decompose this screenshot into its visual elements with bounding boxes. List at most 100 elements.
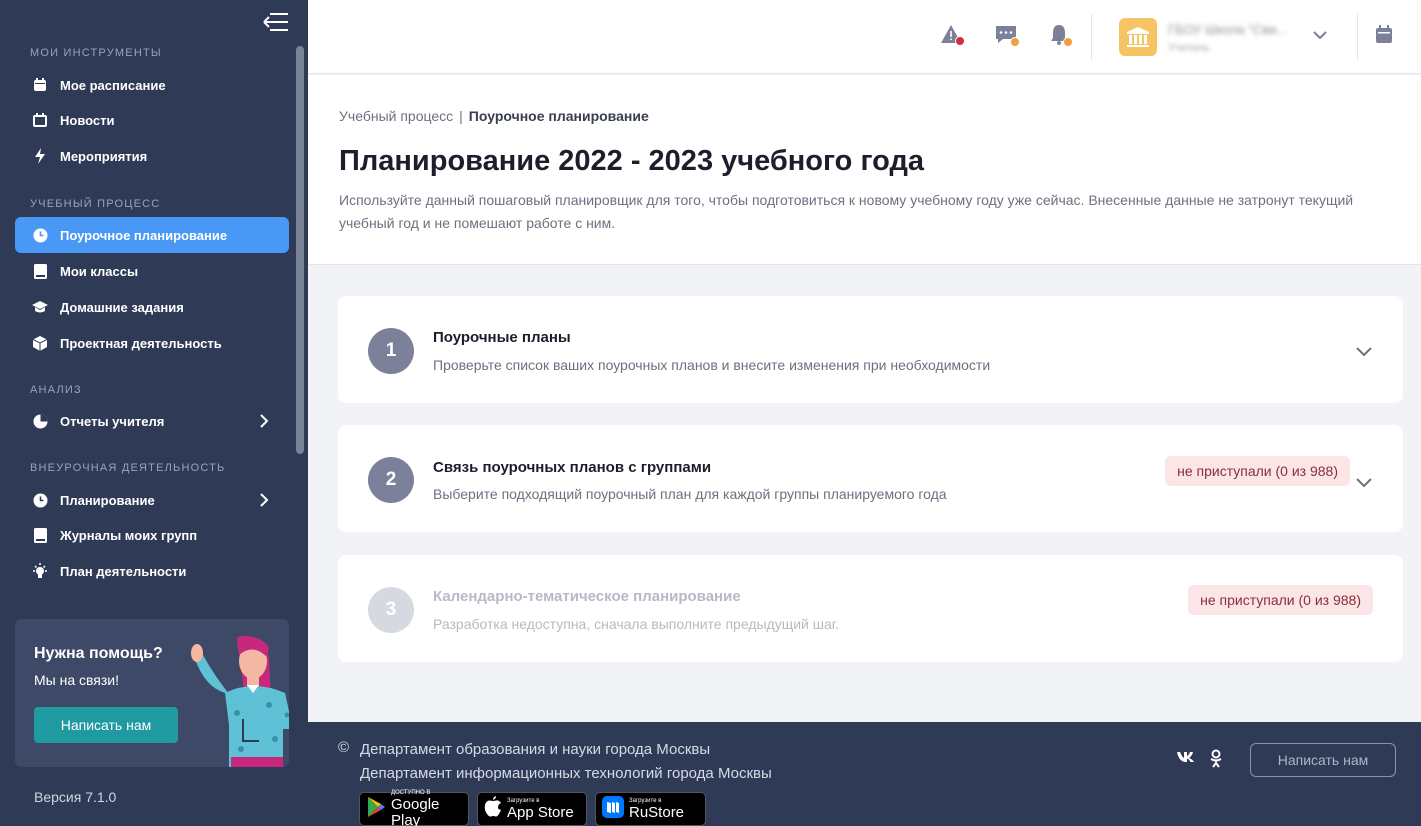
collapse-menu-icon[interactable] [256, 8, 292, 36]
sidebar-item-homework[interactable]: Домашние задания [15, 289, 289, 325]
support-woman-illustration [175, 629, 289, 767]
app-store-button[interactable]: Загрузите в App Store [477, 792, 587, 826]
calendar-icon [32, 77, 48, 93]
step-card-calendar-planning: 3 Календарно-тематическое планирование Р… [338, 555, 1403, 662]
store-name: RuStore [629, 803, 685, 821]
book-icon [32, 527, 48, 543]
school-building-icon[interactable] [1119, 18, 1157, 56]
chevron-down-icon[interactable] [1355, 476, 1373, 494]
sidebar-item-label: Поурочное планирование [60, 227, 228, 243]
sidebar-item-label: Мои классы [60, 263, 139, 279]
sidebar-item-label: Домашние задания [60, 299, 184, 315]
section-title-extracurricular: ВНЕУРОЧНАЯ ДЕЯТЕЛЬНОСТЬ [30, 462, 226, 474]
store-name: App Store [507, 803, 574, 821]
rustore-button[interactable]: Загрузите в RuStore [595, 792, 706, 826]
top-bar: ГБОУ Школа "Сви... Учитель [308, 0, 1421, 74]
step-title: Календарно-тематическое планирование [433, 588, 741, 605]
breadcrumb-parent[interactable]: Учебный процесс [339, 108, 453, 124]
sidebar-item-my-classes[interactable]: Мои классы [15, 253, 289, 289]
sidebar-item-events[interactable]: Мероприятия [15, 138, 289, 174]
breadcrumb: Учебный процесс | Поурочное планирование [339, 108, 649, 124]
lightning-icon [32, 148, 48, 164]
warning-icon[interactable] [940, 24, 966, 50]
app-version: Версия 7.1.0 [34, 789, 117, 805]
book-icon [32, 263, 48, 279]
footer-write-button[interactable]: Написать нам [1250, 743, 1396, 777]
sidebar-item-planning[interactable]: Планирование [15, 482, 289, 518]
status-badge: не приступали (0 из 988) [1165, 456, 1350, 486]
step-card-lesson-plans[interactable]: 1 Поурочные планы Проверьте список ваших… [338, 296, 1403, 403]
pie-chart-icon [32, 413, 48, 429]
footer: © Департамент образования и науки города… [308, 722, 1421, 826]
step-title: Связь поурочных планов с группами [433, 459, 712, 476]
calendar-icon[interactable] [1374, 24, 1400, 50]
sidebar-item-teacher-reports[interactable]: Отчеты учителя [15, 403, 289, 439]
sidebar: МОИ ИНСТРУМЕНТЫ Мое расписание Новости М… [0, 0, 308, 826]
sidebar-item-label: Планирование [60, 492, 155, 508]
page-description: Используйте данный пошаговый планировщик… [339, 192, 1354, 231]
chevron-right-icon [259, 413, 269, 432]
sidebar-item-label: План деятельности [60, 563, 187, 579]
step-number: 3 [368, 587, 414, 633]
clock-icon [32, 227, 48, 243]
sidebar-item-label: Новости [60, 112, 115, 128]
apple-icon [484, 795, 502, 823]
divider [1357, 14, 1358, 60]
sidebar-item-schedule[interactable]: Мое расписание [15, 67, 289, 103]
graduation-cap-icon [32, 299, 48, 315]
sidebar-item-label: Проектная деятельность [60, 335, 222, 351]
sidebar-item-label: Журналы моих групп [60, 527, 198, 543]
help-subtitle: Мы на связи! [34, 672, 120, 688]
google-play-icon [366, 796, 386, 823]
step-number: 1 [368, 328, 414, 374]
sidebar-item-activity-plan[interactable]: План деятельности [15, 553, 289, 589]
sidebar-item-group-journals[interactable]: Журналы моих групп [15, 517, 289, 553]
sidebar-item-news[interactable]: Новости [15, 102, 289, 138]
sidebar-item-label: Мое расписание [60, 77, 166, 93]
footer-org-2: Департамент информационных технологий го… [360, 765, 772, 782]
sidebar-item-projects[interactable]: Проектная деятельность [15, 325, 289, 361]
page-title: Планирование 2022 - 2023 учебного года [339, 145, 925, 177]
footer-org-1: Департамент образования и науки города М… [360, 741, 711, 758]
chevron-down-icon[interactable] [1355, 345, 1373, 363]
sidebar-scrollbar[interactable] [296, 46, 304, 454]
chevron-right-icon [259, 492, 269, 511]
sidebar-item-label: Отчеты учителя [60, 413, 165, 429]
help-title: Нужна помощь? [34, 645, 163, 662]
vk-icon[interactable] [1176, 750, 1196, 766]
messages-dot [1010, 37, 1020, 47]
step-description: Проверьте список ваших поурочных планов … [433, 357, 991, 373]
lightbulb-icon [32, 563, 48, 579]
step-card-group-linking[interactable]: 2 Связь поурочных планов с группами Выбе… [338, 425, 1403, 532]
clock-icon [32, 492, 48, 508]
copyright-icon: © [338, 739, 350, 756]
organization-name[interactable]: ГБОУ Школа "Сви... [1168, 22, 1287, 37]
section-title-tools: МОИ ИНСТРУМЕНТЫ [30, 47, 162, 59]
notifications-dot [1063, 37, 1073, 47]
help-write-button[interactable]: Написать нам [34, 707, 178, 743]
alert-dot [955, 36, 965, 46]
messages-icon[interactable] [995, 24, 1021, 50]
section-title-process: УЧЕБНЫЙ ПРОЦЕСС [30, 198, 161, 210]
bell-icon[interactable] [1048, 24, 1074, 50]
help-card: Нужна помощь? Мы на связи! Написать нам [15, 619, 289, 767]
news-icon [32, 112, 48, 128]
step-number: 2 [368, 457, 414, 503]
odnoklassniki-icon[interactable] [1210, 749, 1222, 772]
sidebar-item-lesson-planning[interactable]: Поурочное планирование [15, 217, 289, 253]
sidebar-item-label: Мероприятия [60, 148, 148, 164]
chevron-down-icon[interactable] [1312, 28, 1328, 46]
divider [1091, 14, 1092, 60]
page-header: Учебный процесс | Поурочное планирование П… [308, 75, 1421, 265]
status-badge: не приступали (0 из 988) [1188, 585, 1373, 615]
rustore-icon [602, 795, 624, 823]
step-title: Поурочные планы [433, 329, 571, 346]
google-play-button[interactable]: ДОСТУПНО В Google Play [359, 790, 469, 826]
cube-icon [32, 335, 48, 351]
store-name: Google Play [391, 795, 440, 826]
user-role: Учитель [1168, 42, 1210, 54]
step-description: Выберите подходящий поурочный план для к… [433, 486, 947, 502]
section-title-analysis: АНАЛИЗ [30, 384, 82, 396]
step-description: Разработка недоступна, сначала выполните… [433, 616, 840, 632]
breadcrumb-current: Поурочное планирование [468, 108, 649, 124]
